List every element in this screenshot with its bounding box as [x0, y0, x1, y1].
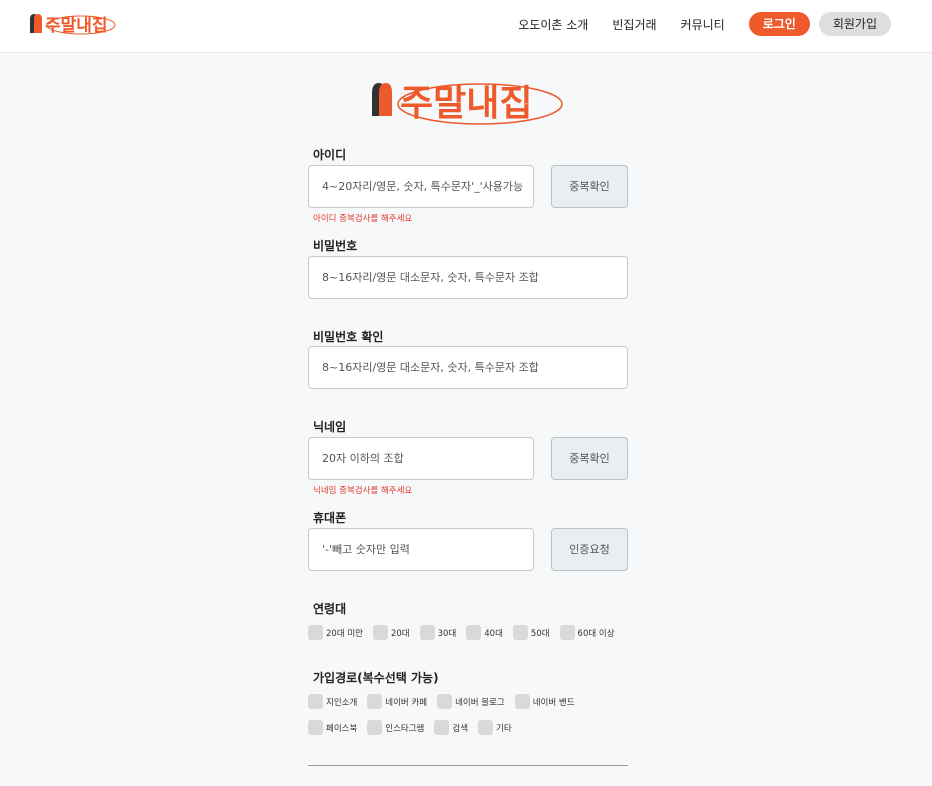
checkbox[interactable]: [367, 720, 383, 735]
login-button[interactable]: 로그인: [748, 12, 810, 36]
age-label: 연령대: [313, 602, 347, 616]
source-option-naver-band[interactable]: 네이버 밴드: [514, 694, 575, 709]
source-option-search[interactable]: 검색: [434, 720, 468, 735]
nickname-error-message: 닉네임 중복검사를 해주세요: [313, 486, 413, 496]
brand-logo-icon[interactable]: 주말내집: [29, 9, 119, 37]
age-option-40s[interactable]: 40대: [466, 625, 503, 640]
source-option-etc[interactable]: 기타: [478, 720, 512, 735]
checkbox[interactable]: [434, 720, 450, 735]
id-duplicate-check-button[interactable]: 중복확인: [551, 165, 628, 208]
source-option-facebook[interactable]: 페이스북: [308, 720, 357, 735]
nav-link-community[interactable]: 커뮤니티: [681, 16, 725, 33]
source-option-instagram[interactable]: 인스타그램: [367, 720, 424, 735]
checkbox[interactable]: [478, 720, 494, 735]
password-confirm-input[interactable]: 8~16자리/영문 대소문자, 숫자, 특수문자 조합: [308, 346, 628, 389]
checkbox[interactable]: [372, 625, 388, 640]
id-input[interactable]: 4~20자리/영문, 숫자, 특수문자'_'사용가능: [308, 165, 534, 208]
source-label: 가입경로(복수선택 가능): [313, 671, 439, 685]
nickname-input[interactable]: 20자 이하의 조합: [308, 437, 534, 480]
age-option-20s[interactable]: 20대: [372, 625, 410, 640]
age-options: 20대 미만 20대 30대 40대 50대 60대 이상: [308, 625, 625, 640]
source-option-naver-blog[interactable]: 네이버 블로그: [437, 694, 505, 709]
checkbox[interactable]: [308, 720, 323, 735]
checkbox[interactable]: [559, 625, 575, 640]
brand-logo-large-icon: 주말내집: [372, 83, 563, 125]
age-option-60plus[interactable]: 60대 이상: [559, 625, 615, 640]
checkbox[interactable]: [437, 694, 453, 709]
svg-text:주말내집: 주말내집: [45, 15, 108, 36]
id-label: 아이디: [313, 148, 347, 162]
verify-request-button[interactable]: 인증요청: [551, 528, 628, 571]
nickname-label: 닉네임: [313, 420, 347, 434]
nav-link-intro[interactable]: 오도이촌 소개: [518, 16, 588, 33]
join-button[interactable]: 회원가입: [818, 12, 891, 36]
checkbox[interactable]: [419, 625, 435, 640]
source-option-referral[interactable]: 지인소개: [308, 694, 357, 709]
id-error-message: 아이디 중복검사를 해주세요: [313, 214, 413, 224]
password-input[interactable]: 8~16자리/영문 대소문자, 숫자, 특수문자 조합: [308, 256, 628, 299]
checkbox[interactable]: [466, 625, 482, 640]
checkbox[interactable]: [308, 625, 323, 640]
source-options-row2: 페이스북 인스타그램 검색 기타: [308, 720, 522, 735]
checkbox[interactable]: [514, 694, 530, 709]
top-header: 주말내집 오도이촌 소개 빈집거래 커뮤니티 로그인 회원가입: [0, 0, 932, 53]
source-option-naver-cafe[interactable]: 네이버 카페: [367, 694, 427, 709]
nav-link-trade[interactable]: 빈집거래: [612, 16, 656, 33]
age-option-30s[interactable]: 30대: [419, 625, 456, 640]
phone-label: 휴대폰: [313, 511, 347, 525]
phone-input[interactable]: '-'빼고 숫자만 입력: [308, 528, 534, 571]
age-option-under20[interactable]: 20대 미만: [308, 625, 363, 640]
password-confirm-label: 비밀번호 확인: [313, 330, 384, 344]
source-options-row1: 지인소개 네이버 카페 네이버 블로그 네이버 밴드: [308, 694, 585, 709]
checkbox[interactable]: [308, 694, 323, 709]
checkbox[interactable]: [367, 694, 383, 709]
divider: [308, 765, 628, 766]
age-option-50s[interactable]: 50대: [512, 625, 550, 640]
main-nav: 오도이촌 소개 빈집거래 커뮤니티 로그인 회원가입: [518, 12, 891, 36]
checkbox[interactable]: [512, 625, 528, 640]
password-label: 비밀번호: [313, 239, 358, 253]
nickname-duplicate-check-button[interactable]: 중복확인: [551, 437, 628, 480]
svg-text:주말내집: 주말내집: [400, 83, 532, 124]
